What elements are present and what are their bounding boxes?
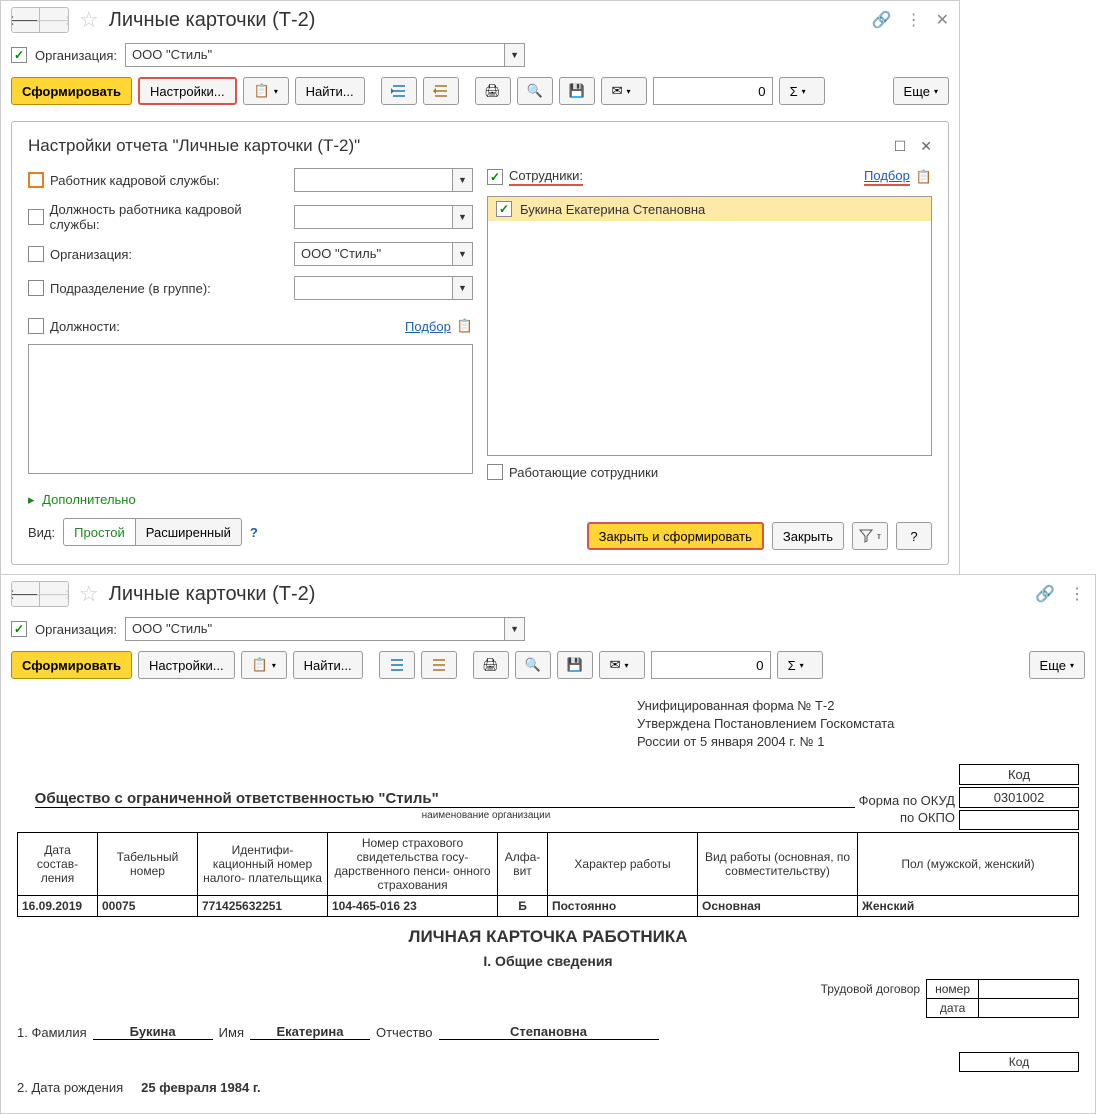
contract-table: Трудовой договорномер дата — [813, 979, 1079, 1018]
dialog-title: Настройки отчета "Личные карточки (Т-2)" — [28, 136, 360, 156]
dialog-close-icon[interactable]: ✕ — [920, 138, 932, 155]
paste-button-2[interactable]: 📋▾ — [241, 651, 287, 679]
sigma-button[interactable]: Σ▾ — [779, 77, 825, 105]
positions-list[interactable] — [28, 344, 473, 474]
dept-input[interactable]: ▼ — [294, 276, 473, 300]
chevron-right-icon[interactable]: ▸ — [28, 492, 35, 507]
close-form-button[interactable]: Закрыть и сформировать — [587, 522, 764, 550]
org-checkbox-2[interactable] — [11, 621, 27, 637]
settings-button[interactable]: Настройки... — [138, 77, 237, 105]
page-title-2: Личные карточки (Т-2) — [109, 583, 1029, 606]
star-icon[interactable]: ☆ — [79, 7, 99, 33]
paste-icon[interactable]: 📋 — [457, 318, 473, 334]
hr-position-check[interactable] — [28, 209, 44, 225]
hr-position-input[interactable]: ▼ — [294, 205, 473, 229]
print-button[interactable]: 🖨 — [475, 77, 511, 105]
form-button[interactable]: Сформировать — [11, 77, 132, 105]
dialog-org-check[interactable] — [28, 246, 44, 262]
card-title: ЛИЧНАЯ КАРТОЧКА РАБОТНИКА — [17, 927, 1079, 947]
find-button-2[interactable]: Найти... — [293, 651, 363, 679]
view-simple-button[interactable]: Простой — [63, 518, 136, 546]
positions-check[interactable] — [28, 318, 44, 334]
view-label: Вид: — [28, 525, 55, 540]
sigma-button-2[interactable]: Σ▾ — [777, 651, 823, 679]
settings-button-2[interactable]: Настройки... — [138, 651, 235, 679]
mail-button[interactable]: ✉▾ — [601, 77, 647, 105]
employees-check[interactable] — [487, 169, 503, 185]
link-icon-2[interactable]: 🔗 — [1035, 584, 1055, 604]
forward-button-2[interactable]: 🡒 — [40, 582, 68, 606]
help-icon[interactable]: ? — [250, 525, 258, 540]
dialog-close-button[interactable]: Закрыть — [772, 522, 844, 550]
org-field[interactable]: ООО "Стиль" ▼ — [125, 43, 525, 67]
save-button-2[interactable]: 💾 — [557, 651, 593, 679]
more-button[interactable]: Еще ▾ — [893, 77, 949, 105]
working-check[interactable] — [487, 464, 503, 480]
paste-button[interactable]: 📋▾ — [243, 77, 289, 105]
save-button[interactable]: 💾 — [559, 77, 595, 105]
menu-icon[interactable]: ⋮ — [906, 10, 922, 30]
titlebar: 🡐 🡒 ☆ Личные карточки (Т-2) 🔗 ⋮ ✕ — [1, 1, 959, 39]
section-title: I. Общие сведения — [17, 953, 1079, 969]
forward-button[interactable]: 🡒 — [40, 8, 68, 32]
report-output: Унифицированная форма № Т-2 Утверждена П… — [1, 685, 1095, 1113]
expand-rows-button[interactable] — [381, 77, 417, 105]
hr-officer-input[interactable]: ▼ — [294, 168, 473, 192]
employees-select-link[interactable]: Подбор — [864, 168, 910, 186]
close-icon[interactable]: ✕ — [936, 10, 949, 30]
more-settings-link[interactable]: Дополнительно — [42, 492, 136, 507]
settings-dialog: Настройки отчета "Личные карточки (Т-2)"… — [11, 121, 949, 565]
find-button[interactable]: Найти... — [295, 77, 365, 105]
paste-icon-2[interactable]: 📋 — [916, 169, 932, 185]
filter-button[interactable]: т — [852, 522, 888, 550]
positions-select-link[interactable]: Подбор — [405, 319, 451, 334]
number-input[interactable] — [653, 77, 773, 105]
form-button-2[interactable]: Сформировать — [11, 651, 132, 679]
link-icon[interactable]: 🔗 — [872, 10, 892, 30]
org-full-name: Общество с ограниченной ответственностью… — [35, 790, 855, 808]
more-button-2[interactable]: Еще ▾ — [1029, 651, 1085, 679]
collapse-rows-button[interactable] — [423, 77, 459, 105]
employees-label: Сотрудники: — [509, 168, 583, 186]
nav-arrows: 🡐 🡒 — [11, 7, 69, 33]
hr-officer-check[interactable] — [28, 172, 44, 188]
org-checkbox[interactable] — [11, 47, 27, 63]
help-button[interactable]: ? — [896, 522, 932, 550]
titlebar-2: 🡐 🡒 ☆ Личные карточки (Т-2) 🔗 ⋮ — [1, 575, 1095, 613]
dropdown-icon[interactable]: ▼ — [505, 43, 525, 67]
t2-header-table: Дата состав- ления Табельный номер Идент… — [17, 832, 1079, 917]
print-button-2[interactable]: 🖨 — [473, 651, 509, 679]
collapse-rows-button-2[interactable] — [421, 651, 457, 679]
org-field-2[interactable]: ООО "Стиль" ▼ — [125, 617, 525, 641]
table-row: 16.09.2019 00075 771425632251 104-465-01… — [18, 895, 1079, 916]
list-item[interactable]: Букина Екатерина Степановна — [488, 197, 931, 221]
number-input-2[interactable] — [651, 651, 771, 679]
page-title: Личные карточки (Т-2) — [109, 9, 866, 32]
emp-check[interactable] — [496, 201, 512, 217]
mail-button-2[interactable]: ✉▾ — [599, 651, 645, 679]
org-label: Организация: — [35, 48, 117, 63]
preview-button[interactable]: 🔍 — [517, 77, 553, 105]
dialog-org-input[interactable]: ООО "Стиль"▼ — [294, 242, 473, 266]
employees-list[interactable]: Букина Екатерина Степановна — [487, 196, 932, 456]
preview-button-2[interactable]: 🔍 — [515, 651, 551, 679]
star-icon-2[interactable]: ☆ — [79, 581, 99, 607]
expand-rows-button-2[interactable] — [379, 651, 415, 679]
view-advanced-button[interactable]: Расширенный — [135, 518, 242, 546]
maximize-icon[interactable]: ☐ — [894, 138, 907, 155]
toolbar: Сформировать Настройки... 📋▾ Найти... 🖨 … — [1, 71, 959, 111]
menu-icon-2[interactable]: ⋮ — [1069, 584, 1085, 604]
dept-check[interactable] — [28, 280, 44, 296]
